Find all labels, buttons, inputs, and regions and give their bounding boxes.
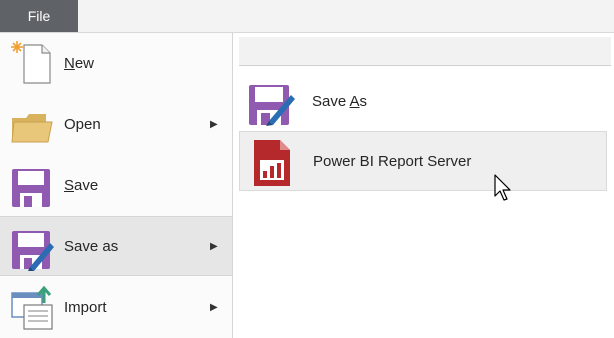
submenu-item-label: Save As — [312, 92, 368, 110]
floppy-disk-icon — [12, 169, 50, 207]
file-tab[interactable]: File — [0, 0, 78, 32]
save-as-submenu-panel: Save As Power BI Report Server — [233, 33, 614, 338]
submenu-item-label: Power BI Report Server — [313, 152, 472, 170]
submenu-item-power-bi-report-server[interactable]: Power BI Report Server — [239, 131, 607, 191]
menu-item-new[interactable]: New — [0, 33, 232, 93]
import-icon — [11, 285, 53, 330]
submenu-arrow-icon: ▶ — [210, 118, 218, 130]
file-menu-panel: New Open ▶ Save Save as ▶ Import ▶ — [0, 33, 233, 338]
menu-item-label: Import — [64, 298, 107, 316]
mouse-pointer-icon — [494, 174, 511, 201]
menu-item-label: New — [64, 54, 95, 72]
floppy-disk-pencil-icon — [249, 85, 295, 126]
menu-item-save[interactable]: Save — [0, 155, 232, 215]
submenu-arrow-icon: ▶ — [210, 301, 218, 313]
submenu-header — [239, 37, 611, 66]
menu-item-label: Save as — [64, 237, 119, 255]
top-bar: File — [0, 0, 614, 33]
menu-item-open[interactable]: Open ▶ — [0, 94, 232, 154]
menu-item-label: Save — [64, 176, 99, 194]
power-bi-report-icon — [254, 140, 290, 186]
menu-item-import[interactable]: Import ▶ — [0, 277, 232, 337]
menu-item-save-as[interactable]: Save as ▶ — [0, 216, 232, 276]
new-document-icon — [11, 41, 51, 84]
submenu-arrow-icon: ▶ — [210, 240, 218, 252]
submenu-item-save-as[interactable]: Save As — [239, 71, 607, 131]
menu-item-label: Open — [64, 115, 101, 133]
folder-icon — [11, 114, 53, 143]
floppy-disk-pencil-icon — [12, 231, 54, 271]
